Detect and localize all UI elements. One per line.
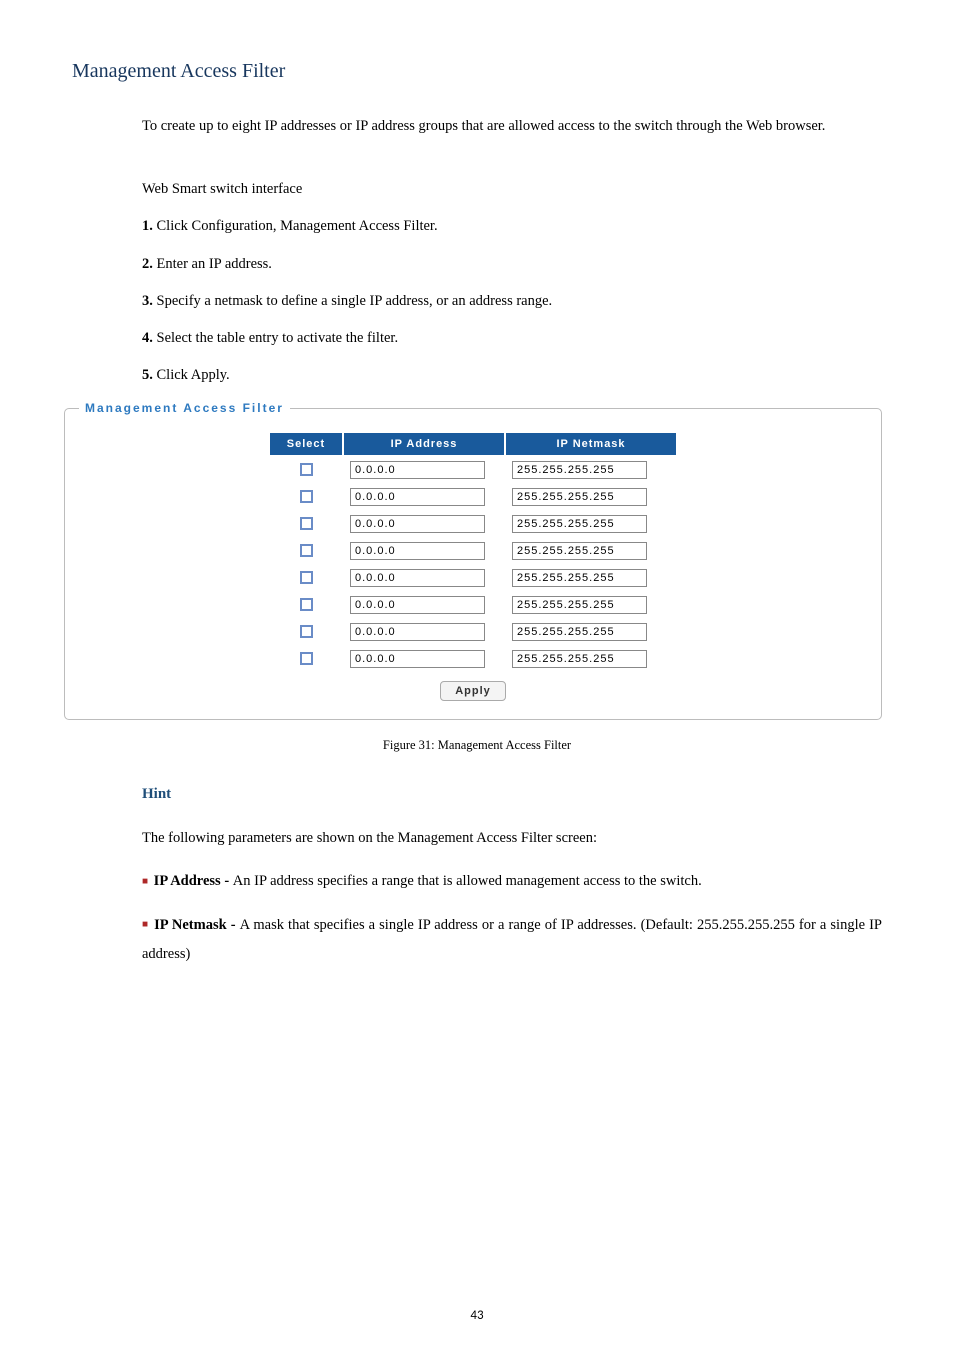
ip-netmask-input[interactable] (512, 515, 647, 533)
table-row (270, 484, 676, 509)
col-select: Select (270, 433, 342, 455)
hint-label: IP Address - (154, 873, 233, 889)
hint-item-ip-address: ■ IP Address - An IP address specifies a… (142, 867, 882, 896)
col-ip-netmask: IP Netmask (506, 433, 676, 455)
table-row (270, 592, 676, 617)
hint-desc: A mask that specifies a single IP addres… (142, 917, 882, 962)
step-4-num: 4. (142, 330, 153, 346)
ip-address-input[interactable] (350, 461, 485, 479)
ip-address-input[interactable] (350, 542, 485, 560)
bullet-icon: ■ (142, 915, 148, 935)
hint-desc: An IP address specifies a range that is … (233, 873, 702, 889)
ip-address-input[interactable] (350, 515, 485, 533)
panel-legend: Management Access Filter (79, 401, 290, 415)
table-row (270, 538, 676, 563)
ip-netmask-input[interactable] (512, 542, 647, 560)
apply-button[interactable]: Apply (440, 681, 506, 701)
step-2-text: Enter an IP address. (153, 256, 272, 272)
figure-caption: Figure 31: Management Access Filter (72, 738, 882, 753)
ip-netmask-input[interactable] (512, 650, 647, 668)
table-header-row: Select IP Address IP Netmask (270, 433, 676, 455)
step-5-num: 5. (142, 367, 153, 383)
step-3-text: Specify a netmask to define a single IP … (153, 293, 552, 309)
hint-item-ip-netmask: ■ IP Netmask - A mask that specifies a s… (142, 911, 882, 969)
page-number: 43 (0, 1308, 954, 1323)
select-checkbox[interactable] (300, 517, 313, 530)
ip-address-input[interactable] (350, 596, 485, 614)
select-checkbox[interactable] (300, 598, 313, 611)
step-1: 1. Click Configuration, Management Acces… (142, 211, 882, 242)
table-row (270, 511, 676, 536)
ip-address-input[interactable] (350, 569, 485, 587)
ip-address-input[interactable] (350, 623, 485, 641)
step-1-text: Click Configuration, Management Access F… (153, 218, 438, 234)
ip-netmask-input[interactable] (512, 488, 647, 506)
ip-netmask-input[interactable] (512, 569, 647, 587)
select-checkbox[interactable] (300, 625, 313, 638)
select-checkbox[interactable] (300, 652, 313, 665)
ip-address-input[interactable] (350, 488, 485, 506)
step-2-num: 2. (142, 256, 153, 272)
bullet-icon: ■ (142, 872, 148, 892)
step-1-num: 1. (142, 218, 153, 234)
section-title: Management Access Filter (72, 60, 882, 83)
table-row (270, 565, 676, 590)
select-checkbox[interactable] (300, 544, 313, 557)
ip-netmask-input[interactable] (512, 461, 647, 479)
step-3-num: 3. (142, 293, 153, 309)
col-ip-address: IP Address (344, 433, 504, 455)
step-5: 5. Click Apply. (142, 360, 882, 391)
step-4: 4. Select the table entry to activate th… (142, 323, 882, 354)
intro-text: To create up to eight IP addresses or IP… (142, 111, 882, 142)
management-access-filter-panel: Management Access Filter Select IP Addre… (64, 401, 882, 720)
intro-block: To create up to eight IP addresses or IP… (142, 111, 882, 391)
table-row (270, 457, 676, 482)
hint-heading: Hint (142, 779, 882, 809)
step-4-text: Select the table entry to activate the f… (153, 330, 398, 346)
table-row (270, 619, 676, 644)
table-row (270, 646, 676, 671)
ip-address-input[interactable] (350, 650, 485, 668)
hint-label: IP Netmask - (154, 917, 240, 933)
hint-lead: The following parameters are shown on th… (142, 824, 882, 853)
select-checkbox[interactable] (300, 463, 313, 476)
interface-line: Web Smart switch interface (142, 174, 882, 205)
filter-table: Select IP Address IP Netmask (268, 431, 678, 673)
step-3: 3. Specify a netmask to define a single … (142, 286, 882, 317)
step-5-text: Click Apply. (153, 367, 230, 383)
ip-netmask-input[interactable] (512, 596, 647, 614)
select-checkbox[interactable] (300, 571, 313, 584)
step-2: 2. Enter an IP address. (142, 249, 882, 280)
ip-netmask-input[interactable] (512, 623, 647, 641)
select-checkbox[interactable] (300, 490, 313, 503)
